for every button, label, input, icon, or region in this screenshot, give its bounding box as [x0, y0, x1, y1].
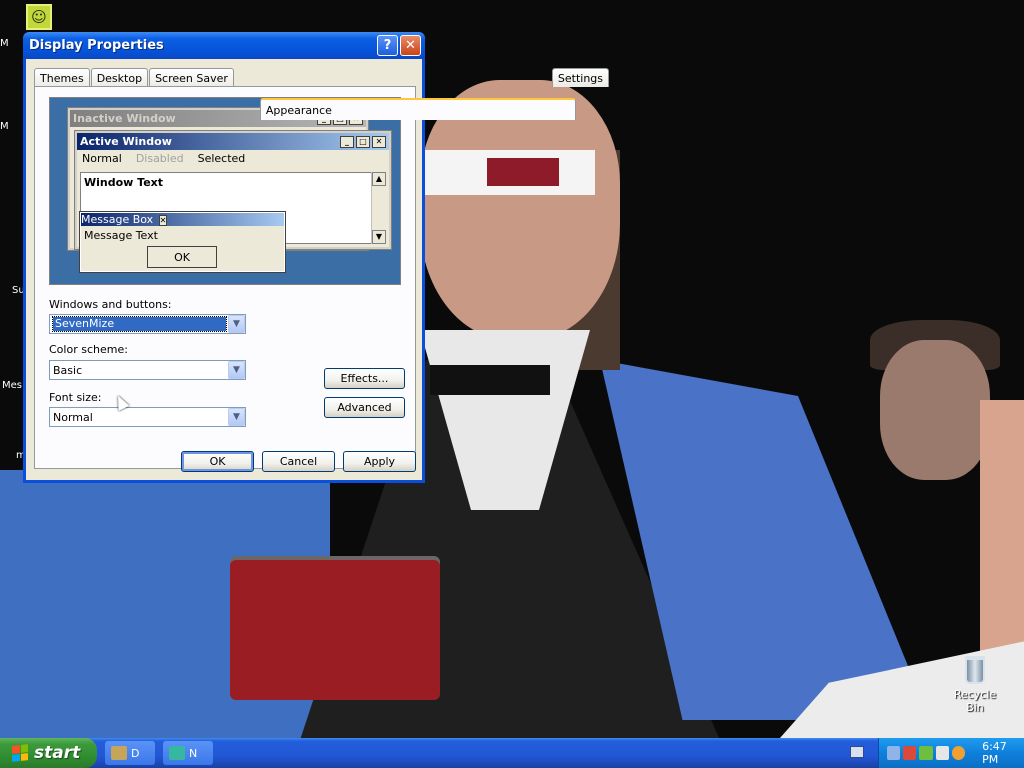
effects-button[interactable]: Effects...: [324, 368, 405, 389]
apply-button[interactable]: Apply: [343, 451, 416, 472]
font-size-dropdown[interactable]: Normal ▼: [49, 407, 246, 427]
chevron-down-icon[interactable]: ▼: [228, 408, 245, 426]
volume-tray-icon[interactable]: [935, 746, 949, 760]
recycle-bin-icon: [965, 656, 985, 684]
chevron-down-icon[interactable]: ▼: [228, 315, 245, 333]
preview-active-titlebar: Active Window _ □ ✕: [77, 133, 389, 150]
appearance-preview: Inactive Window _ □ ✕ Active Window _ □ …: [49, 97, 401, 285]
close-icon: ✕: [372, 135, 386, 148]
windows-buttons-dropdown[interactable]: SevenMize ▼: [49, 314, 246, 334]
tab-strip: Themes Desktop Screen Saver Appearance S…: [34, 65, 610, 120]
desktop-icon-label-2[interactable]: M: [0, 121, 9, 132]
tab-themes[interactable]: Themes: [34, 68, 90, 87]
desktop-icon-label-1[interactable]: M: [0, 38, 9, 49]
scroll-up-arrow-icon[interactable]: ▲: [372, 172, 386, 186]
taskbar-item-n[interactable]: N: [163, 741, 213, 765]
windows-buttons-value: SevenMize: [52, 316, 227, 332]
preview-message-box[interactable]: Message Box ✕ Message Text OK: [79, 211, 286, 273]
preview-ok-button[interactable]: OK: [147, 246, 217, 268]
wallpaper-red-lens: [487, 158, 559, 186]
preview-menu-normal[interactable]: Normal: [82, 152, 122, 165]
tab-appearance[interactable]: Appearance: [259, 98, 576, 120]
start-button[interactable]: start: [0, 738, 97, 768]
preview-message-box-titlebar: Message Box ✕: [81, 213, 284, 226]
color-scheme-value: Basic: [53, 363, 83, 377]
preview-message-box-title: Message Box: [81, 213, 154, 226]
wallpaper-bowtie: [430, 365, 550, 395]
preview-scrollbar[interactable]: ▲ ▼: [371, 172, 386, 244]
windows-buttons-label: Windows and buttons:: [49, 298, 172, 311]
cancel-button[interactable]: Cancel: [262, 451, 335, 472]
appearance-tab-pane: Inactive Window _ □ ✕ Active Window _ □ …: [34, 86, 416, 469]
preview-menu-selected[interactable]: Selected: [198, 152, 246, 165]
maximize-icon: □: [356, 135, 370, 148]
system-tray: 6:47 PM: [878, 738, 1024, 768]
start-label: start: [34, 743, 81, 763]
window-titlebar[interactable]: Display Properties ? ✕: [23, 32, 425, 59]
wallpaper-hand: [150, 580, 380, 710]
taskbar-item-n-label: N: [189, 746, 198, 760]
help-button[interactable]: ?: [377, 35, 398, 56]
network-app-icon: [169, 746, 185, 760]
preview-menu-bar: Normal Disabled Selected: [77, 150, 389, 167]
windows-logo-icon: [12, 744, 28, 762]
security-tray-icon[interactable]: [903, 746, 917, 760]
taskbar-item-display-label: D: [131, 746, 140, 760]
search-tray-icon[interactable]: [951, 746, 966, 760]
recycle-bin-label: Recycle Bin: [953, 688, 997, 714]
scroll-down-arrow-icon[interactable]: ▼: [372, 230, 386, 244]
color-scheme-dropdown[interactable]: Basic ▼: [49, 360, 246, 380]
tab-desktop[interactable]: Desktop: [90, 68, 149, 87]
clock[interactable]: 6:47 PM: [982, 740, 1024, 766]
close-icon: ✕: [158, 215, 168, 226]
taskbar-item-display[interactable]: D: [105, 741, 155, 765]
font-size-label: Font size:: [49, 391, 102, 404]
check-tray-icon[interactable]: [919, 746, 933, 760]
font-size-value: Normal: [53, 410, 93, 424]
advanced-button[interactable]: Advanced: [324, 397, 405, 418]
color-scheme-label: Color scheme:: [49, 343, 128, 356]
tab-screen-saver[interactable]: Screen Saver: [149, 68, 234, 87]
taskbar: start D N: [0, 738, 1024, 768]
recycle-bin[interactable]: Recycle Bin: [944, 656, 1006, 714]
wallpaper-second-man-face: [880, 340, 990, 480]
window-title: Display Properties: [29, 38, 164, 53]
minimize-icon: _: [340, 135, 354, 148]
preview-window-text: Window Text: [84, 176, 164, 189]
preview-menu-disabled[interactable]: Disabled: [136, 152, 184, 165]
ok-button[interactable]: OK: [181, 451, 254, 472]
display-tray-icon[interactable]: [887, 746, 901, 760]
chevron-down-icon[interactable]: ▼: [228, 361, 245, 379]
display-app-icon: [111, 746, 127, 760]
preview-message-text: Message Text: [84, 229, 158, 242]
desktop-shortcut-icon[interactable]: ☺: [26, 4, 52, 30]
tab-settings[interactable]: Settings: [551, 68, 610, 87]
window-client-area: Themes Desktop Screen Saver Appearance S…: [26, 59, 610, 480]
keyboard-language-icon[interactable]: [850, 746, 864, 758]
display-properties-window: Display Properties ? ✕ Themes Desktop Sc…: [23, 32, 610, 483]
preview-active-title: Active Window: [80, 135, 172, 148]
desktop-icon-label-4[interactable]: Mes: [2, 380, 22, 391]
close-button[interactable]: ✕: [400, 35, 421, 56]
